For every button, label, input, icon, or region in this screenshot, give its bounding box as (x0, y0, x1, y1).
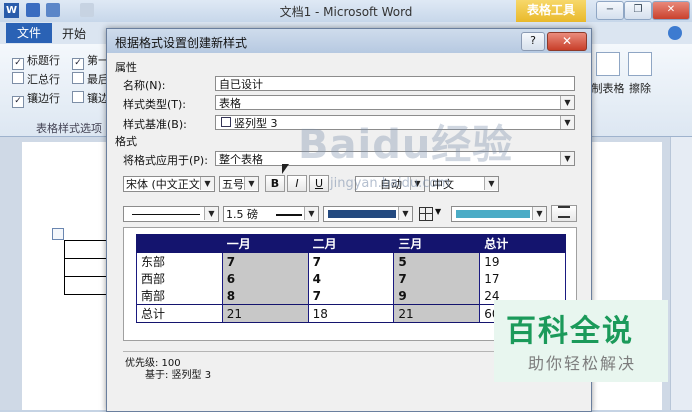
close-window-button[interactable]: ✕ (652, 1, 690, 20)
checkbox-icon (72, 91, 84, 103)
eraser-button[interactable]: 擦除 (620, 52, 660, 96)
option-header-row[interactable]: ✓ 标题行 (12, 52, 60, 70)
chevron-down-icon[interactable]: ▼ (244, 177, 258, 190)
underline-button[interactable]: U (309, 175, 329, 192)
chevron-down-icon[interactable]: ▼ (435, 207, 441, 216)
borders-grid-icon[interactable] (419, 207, 433, 221)
brand-subtitle: 助你轻松解决 (528, 354, 637, 373)
based-on-text: 基于: 竖列型 3 (145, 370, 212, 381)
option-banded-rows[interactable]: ✓ 镶边行 (12, 90, 60, 108)
table-style-icon (221, 117, 231, 127)
line-style-preview (132, 214, 200, 215)
alignment-button[interactable] (551, 205, 577, 222)
align-lines-icon (558, 206, 570, 218)
checkbox-icon (12, 72, 24, 84)
chevron-down-icon[interactable]: ▼ (560, 96, 574, 109)
dialog-title: 根据格式设置创建新样式 (115, 36, 248, 50)
tab-home[interactable]: 开始 (62, 25, 86, 42)
chevron-down-icon[interactable]: ▼ (532, 207, 546, 220)
shading-color-select[interactable]: ▼ (451, 206, 547, 222)
format-section-label: 格式 (115, 135, 137, 148)
tab-file[interactable]: 文件 (6, 23, 52, 43)
chevron-down-icon[interactable]: ▼ (200, 177, 214, 190)
chevron-down-icon[interactable]: ▼ (560, 116, 574, 129)
table-row: 西部 6 4 7 17 (136, 270, 566, 287)
border-color-select[interactable]: ▼ (323, 206, 413, 222)
checkbox-icon (72, 72, 84, 84)
checkbox-icon: ✓ (12, 96, 24, 108)
option-first-column[interactable]: ✓ 第一 (72, 52, 109, 70)
dialog-close-button[interactable]: ✕ (547, 32, 587, 51)
eraser-icon (628, 52, 652, 76)
font-size-select[interactable]: 五号 ▼ (219, 176, 259, 192)
table-move-handle-icon[interactable] (52, 228, 64, 240)
chevron-down-icon[interactable]: ▼ (304, 207, 318, 220)
table-header-row: 一月 二月 三月 总计 (136, 234, 566, 253)
apply-to-label: 将格式应用于(P): (123, 154, 208, 167)
italic-button[interactable]: I (287, 175, 307, 192)
color-swatch (328, 210, 396, 218)
restore-button[interactable]: ❐ (624, 1, 652, 20)
help-icon[interactable] (668, 26, 682, 40)
mouse-cursor-icon (282, 164, 289, 174)
checkbox-icon: ✓ (12, 58, 24, 70)
line-style-select[interactable]: ▼ (123, 206, 219, 222)
option-banded-columns[interactable]: 镶边 (72, 90, 109, 106)
brand-title: 百科全说 (506, 314, 634, 349)
style-type-label: 样式类型(T): (123, 98, 187, 111)
vertical-scrollbar[interactable] (670, 137, 692, 410)
watermark-logo: Baidu经验 (298, 122, 514, 168)
style-based-label: 样式基准(B): (123, 118, 187, 131)
chevron-down-icon[interactable]: ▼ (398, 207, 412, 220)
name-input[interactable]: 自已设计 (215, 76, 575, 91)
style-type-select[interactable]: 表格 ▼ (215, 95, 575, 110)
contextual-tab-table-tools[interactable]: 表格工具 (516, 0, 586, 22)
chevron-down-icon[interactable]: ▼ (484, 177, 498, 190)
color-swatch (456, 210, 530, 218)
font-select[interactable]: 宋体 (中文正文 ▼ (123, 176, 215, 192)
properties-section-label: 属性 (115, 61, 137, 74)
table-row: 东部 7 7 5 19 (136, 252, 566, 270)
checkbox-icon: ✓ (72, 58, 84, 70)
chevron-down-icon[interactable]: ▼ (204, 207, 218, 220)
dialog-help-button[interactable]: ? (521, 32, 545, 51)
line-width-select[interactable]: 1.5 磅 ▼ (223, 206, 319, 222)
group-label-table-style-options: 表格样式选项 (36, 122, 102, 135)
option-total-row[interactable]: 汇总行 (12, 71, 60, 87)
minimize-button[interactable]: − (596, 1, 624, 20)
chevron-down-icon[interactable]: ▼ (560, 152, 574, 165)
pencil-icon (596, 52, 620, 76)
line-width-preview (276, 214, 302, 216)
bold-button[interactable]: B (265, 175, 285, 192)
option-last-column[interactable]: 最后 (72, 71, 109, 87)
window-title: 文档1 - Microsoft Word (279, 5, 413, 19)
watermark-url: jingyan.baidu.com (330, 176, 450, 191)
name-label: 名称(N): (123, 79, 166, 92)
